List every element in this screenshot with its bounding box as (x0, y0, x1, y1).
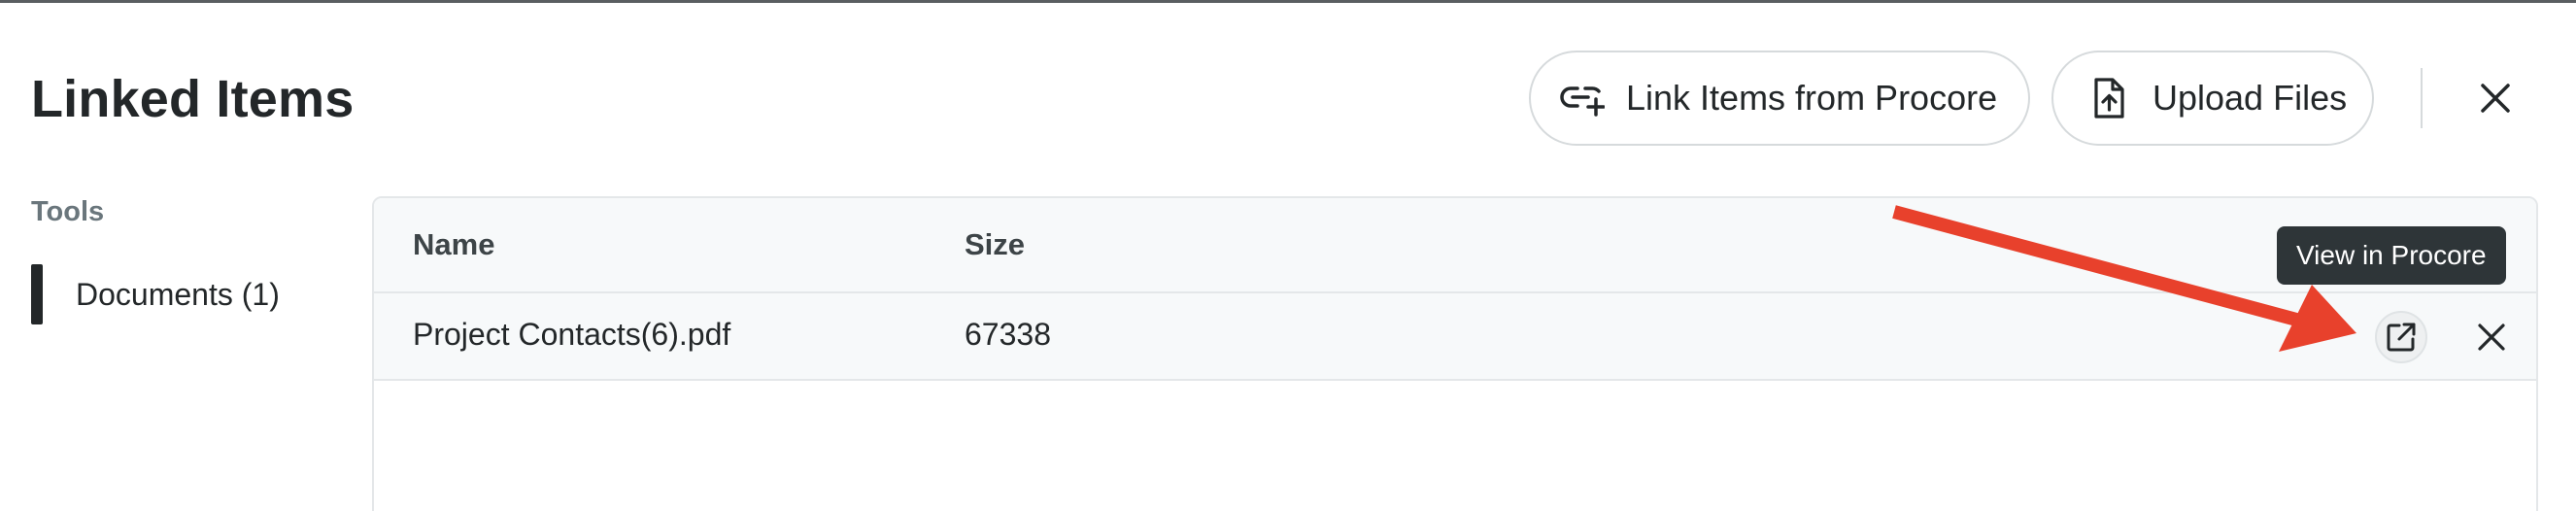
sidebar-item-label: Documents (1) (76, 276, 280, 312)
modal-title: Linked Items (31, 70, 355, 128)
table-row[interactable]: Project Contacts(6).pdf 67338 (374, 293, 2536, 381)
row-size: 67338 (965, 317, 1051, 352)
header-divider (2421, 68, 2423, 128)
link-plus-icon (1560, 76, 1605, 120)
link-items-button[interactable]: Link Items from Procore (1529, 51, 2030, 146)
close-modal-button[interactable] (2473, 76, 2518, 120)
view-in-procore-tooltip: View in Procore (2277, 226, 2506, 285)
open-external-icon (2387, 323, 2416, 352)
close-icon (2481, 84, 2510, 113)
link-items-label: Link Items from Procore (1626, 78, 1998, 118)
column-header-name[interactable]: Name (413, 227, 494, 262)
column-header-size[interactable]: Size (965, 227, 1025, 262)
sidebar-item-documents[interactable]: Documents (1) (31, 264, 352, 324)
close-icon (2478, 324, 2505, 351)
upload-files-button[interactable]: Upload Files (2051, 51, 2374, 146)
view-in-procore-button[interactable] (2375, 311, 2427, 363)
tools-heading: Tools (31, 196, 105, 227)
linked-items-modal: Linked Items Link Items from Procore Upl… (0, 0, 2576, 511)
row-name: Project Contacts(6).pdf (413, 317, 731, 352)
linked-items-table: Name Size Project Contacts(6).pdf 67338 (372, 196, 2538, 511)
top-divider (0, 0, 2576, 3)
upload-files-label: Upload Files (2152, 78, 2348, 118)
remove-item-button[interactable] (2465, 311, 2518, 363)
file-upload-icon (2086, 76, 2131, 120)
table-header: Name Size (374, 198, 2536, 293)
selected-indicator (31, 264, 43, 324)
